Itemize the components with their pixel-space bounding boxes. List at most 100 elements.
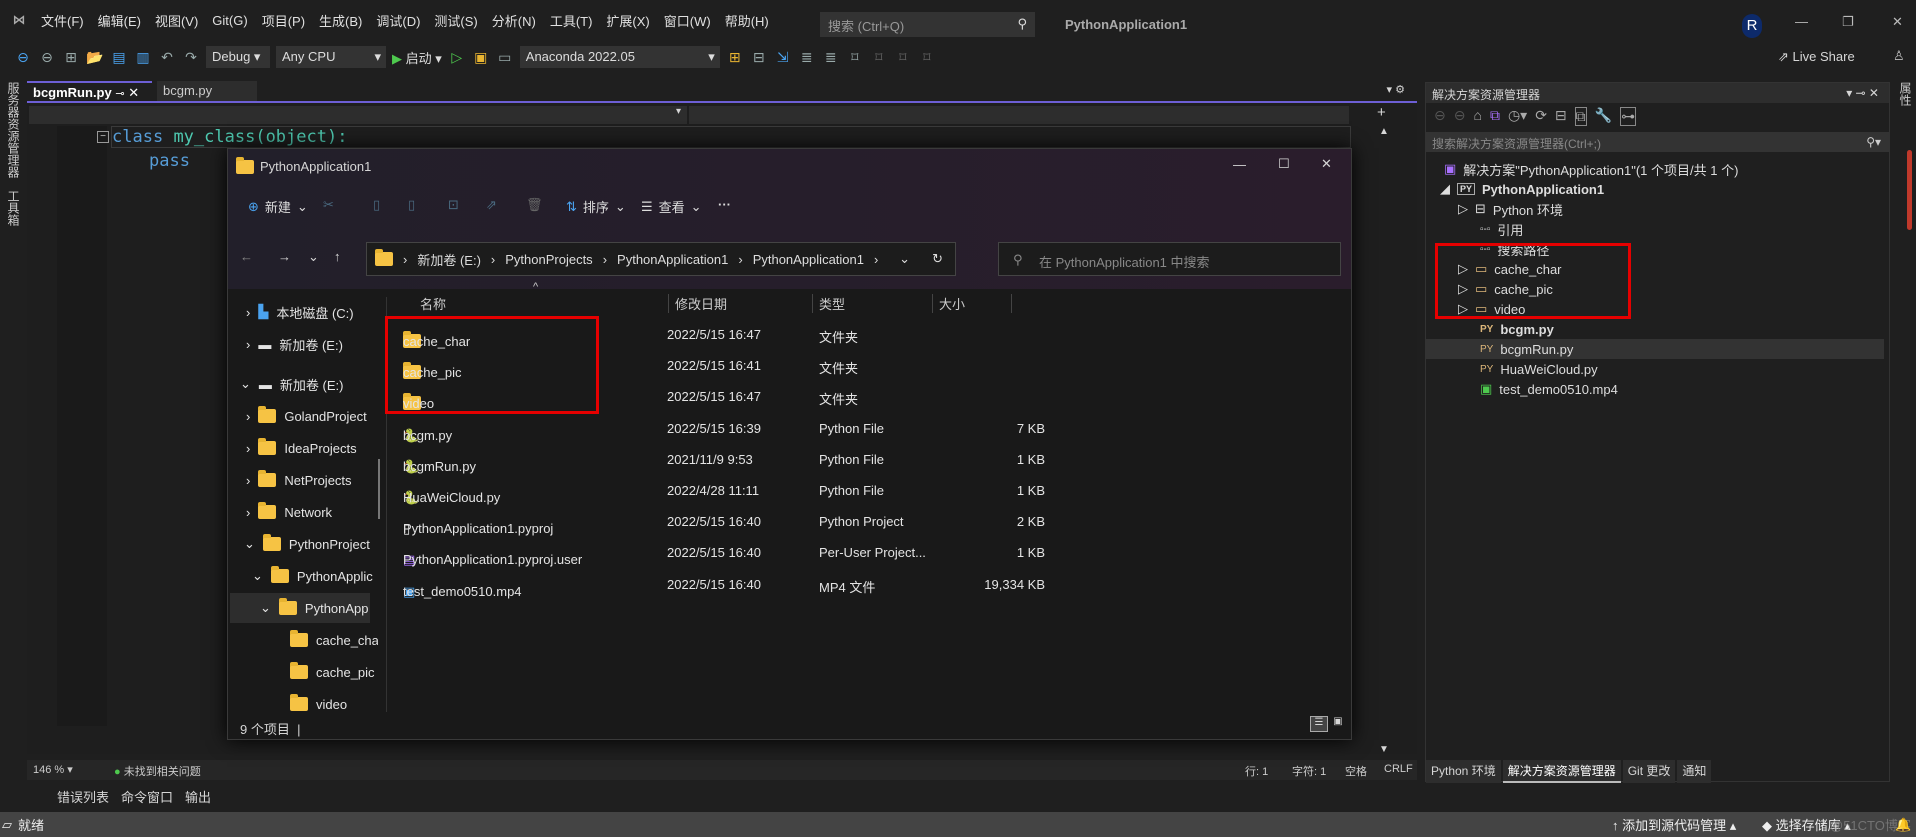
close-button[interactable]: ✕: [1892, 14, 1903, 30]
menu-file[interactable]: 文件(F): [34, 11, 91, 30]
tab-notifications[interactable]: 通知: [1677, 760, 1712, 783]
nav-item-e-drive-expanded[interactable]: ⌄ ▬ 新加卷 (E:): [240, 369, 343, 399]
nav-up-button[interactable]: ↑: [334, 249, 341, 264]
forward-icon[interactable]: ⊖: [38, 49, 56, 66]
tree-project[interactable]: ◢ PY PythonApplication1: [1440, 179, 1604, 199]
nav-dropdown-right[interactable]: [689, 106, 1349, 124]
copy-button[interactable]: ▯: [373, 197, 380, 213]
collapse-all-icon[interactable]: ⊟: [1555, 107, 1567, 126]
refresh-icon[interactable]: ↻: [932, 251, 943, 267]
details-view-button[interactable]: ☰: [1310, 716, 1328, 732]
breadcrumb-item[interactable]: PythonApplication1: [753, 252, 864, 267]
paste-button[interactable]: ▯: [408, 197, 415, 213]
cut-button[interactable]: ✂: [323, 197, 334, 213]
nav-item-net[interactable]: › NetProjects: [246, 465, 352, 495]
platform-dropdown[interactable]: Any CPU ▾: [276, 46, 386, 68]
new-project-icon[interactable]: ⊞: [62, 49, 80, 66]
redo-icon[interactable]: ↷: [182, 49, 200, 66]
back-icon[interactable]: ⊖: [1434, 107, 1446, 126]
minimize-button[interactable]: —: [1795, 14, 1808, 29]
environment-dropdown[interactable]: Anaconda 2022.05 ▾: [519, 46, 720, 68]
split-icon[interactable]: +: [1377, 104, 1386, 121]
tab-error-list[interactable]: 错误列表: [57, 787, 109, 806]
preview-icon[interactable]: ⊶: [1620, 107, 1637, 126]
tab-git-changes[interactable]: Git 更改: [1622, 760, 1676, 783]
forward-icon[interactable]: ⊖: [1454, 107, 1466, 126]
menu-help[interactable]: 帮助(H): [718, 11, 776, 30]
address-dropdown-icon[interactable]: ⌄: [899, 251, 910, 267]
menu-extensions[interactable]: 扩展(X): [599, 11, 656, 30]
step-icon[interactable]: ⇲: [774, 49, 792, 66]
file-row[interactable]: 🐍 bcgmRun.py 2021/11/9 9:53 Python File 1…: [385, 444, 1195, 475]
tab-output[interactable]: 输出: [185, 787, 211, 806]
window-layout-icon[interactable]: ⊟: [750, 49, 768, 66]
file-row[interactable]: ▤ PythonApplication1.pyproj.user 2022/5/1…: [385, 537, 1195, 568]
view-button[interactable]: ☰ 查看 ⌄: [641, 197, 702, 216]
explorer-close-button[interactable]: ✕: [1321, 156, 1332, 172]
uncomment-icon[interactable]: ≣: [822, 49, 840, 66]
tree-video-file[interactable]: ▣ test_demo0510.mp4: [1480, 379, 1618, 399]
switch-views-icon[interactable]: ⧉: [1490, 107, 1500, 126]
close-tab-icon[interactable]: ✕: [128, 85, 139, 100]
tab-solution-explorer[interactable]: 解决方案资源管理器: [1502, 760, 1621, 783]
live-share-button[interactable]: ⇗ Live Share: [1778, 49, 1855, 65]
feedback-icon[interactable]: ♙: [1893, 48, 1905, 64]
menu-build[interactable]: 生成(B): [312, 11, 369, 30]
bookmark-icon[interactable]: ⌑: [846, 49, 864, 66]
nav-item-pythonprojects[interactable]: ⌄ PythonProject: [244, 529, 370, 559]
start-button[interactable]: ▶ 启动 ▾: [392, 48, 442, 67]
nav-item-idea[interactable]: › IdeaProjects: [246, 433, 357, 463]
share-button[interactable]: ⇗: [486, 197, 497, 213]
menu-test[interactable]: 测试(S): [427, 11, 484, 30]
panel-options-icon[interactable]: ▾ ⊸ ✕: [1846, 86, 1879, 100]
more-button[interactable]: ···: [718, 197, 731, 212]
add-source-control-button[interactable]: ↑ 添加到源代码管理 ▴: [1612, 815, 1736, 834]
file-row[interactable]: ▣ test_demo0510.mp4 2022/5/15 16:40 MP4 文…: [385, 569, 1195, 600]
menu-window[interactable]: 窗口(W): [657, 11, 718, 30]
nav-item-cache-char[interactable]: cache_cha: [290, 625, 378, 655]
tab-python-env[interactable]: Python 环境: [1426, 760, 1501, 783]
column-name[interactable]: 名称: [420, 294, 446, 313]
nav-dropdown-left[interactable]: ▾: [29, 106, 687, 124]
rename-button[interactable]: ⊡: [448, 197, 459, 213]
nav-item-network[interactable]: › Network: [246, 497, 332, 527]
menu-debug[interactable]: 调试(D): [369, 11, 427, 30]
issues-indicator[interactable]: ● 未找到相关问题: [114, 763, 201, 779]
breadcrumb-item[interactable]: 新加卷 (E:): [417, 250, 481, 269]
package-icon[interactable]: ⊞: [726, 49, 744, 66]
properties-icon[interactable]: 🔧: [1595, 107, 1612, 126]
explorer-search-input[interactable]: ⚲ 在 PythonApplication1 中搜索: [998, 242, 1341, 276]
nav-item-e-drive[interactable]: › ▬ 新加卷 (E:): [246, 329, 343, 359]
folder-icon[interactable]: ▣: [472, 49, 490, 66]
bookmark-next-icon[interactable]: ⌑: [894, 49, 912, 66]
tab-bcgm[interactable]: bcgm.py: [157, 81, 257, 101]
breadcrumb-item[interactable]: PythonProjects: [505, 252, 592, 267]
properties-tab[interactable]: 属性: [1897, 82, 1914, 106]
explorer-minimize-button[interactable]: —: [1233, 157, 1246, 172]
search-input[interactable]: 搜索 (Ctrl+Q) ⚲: [820, 12, 1035, 37]
menu-edit[interactable]: 编辑(E): [91, 11, 148, 30]
breadcrumb-item[interactable]: PythonApplication1: [617, 252, 728, 267]
tree-solution[interactable]: ▣ 解决方案"PythonApplication1"(1 个项目/共 1 个): [1444, 159, 1738, 179]
nav-item-pythonapplication[interactable]: ⌄ PythonApplic: [252, 561, 373, 591]
nav-item-cache-pic[interactable]: cache_pic: [290, 657, 375, 687]
notification-bell-icon[interactable]: 🔔: [1895, 817, 1911, 833]
tree-bcgmrun[interactable]: PY bcgmRun.py: [1426, 339, 1884, 359]
new-button[interactable]: ⊕ 新建 ⌄: [248, 197, 308, 216]
nav-recent-button[interactable]: ⌄: [308, 249, 319, 265]
address-bar[interactable]: › 新加卷 (E:) › PythonProjects › PythonApplic…: [366, 242, 956, 276]
start-without-debug-icon[interactable]: ▷: [448, 49, 466, 66]
scroll-down-icon[interactable]: ▼: [1379, 744, 1389, 755]
menu-analyze[interactable]: 分析(N): [485, 11, 543, 30]
nav-item-video[interactable]: video: [290, 689, 347, 714]
avatar[interactable]: R: [1742, 14, 1762, 38]
nav-item-pythonapp-selected[interactable]: ⌄ PythonApp: [230, 593, 370, 623]
tab-list-icon[interactable]: ▾ ⚙: [1387, 83, 1405, 96]
bookmark-clear-icon[interactable]: ⌑: [918, 49, 936, 66]
file-row[interactable]: 🐍 HuaWeiCloud.py 2022/4/28 11:11 Python F…: [385, 475, 1195, 506]
menu-project[interactable]: 项目(P): [255, 11, 312, 30]
spaces-indicator[interactable]: 空格: [1345, 763, 1367, 779]
sync-icon[interactable]: ⟳: [1535, 107, 1547, 126]
file-row[interactable]: ▯ PythonApplication1.pyproj 2022/5/15 16:…: [385, 506, 1195, 537]
back-icon[interactable]: ⊖: [14, 49, 32, 66]
